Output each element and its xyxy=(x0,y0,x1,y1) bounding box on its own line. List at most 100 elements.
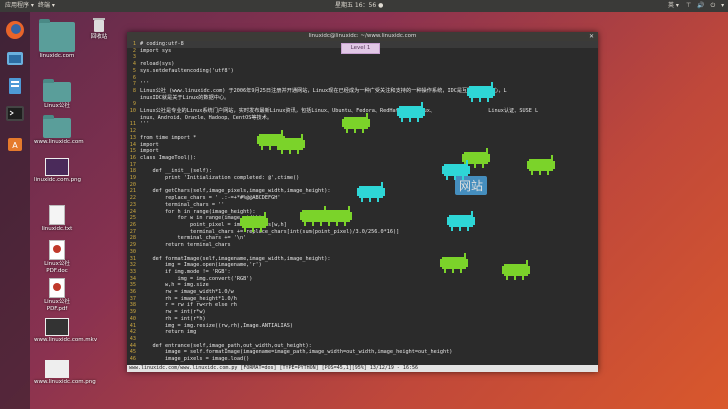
line-text: def formatImage(self,imagename,image_wid… xyxy=(140,255,331,262)
line-number: 40 xyxy=(129,315,136,322)
line-number: 38 xyxy=(129,302,136,309)
line-number: 43 xyxy=(129,335,136,342)
line-number: 46 xyxy=(129,356,136,363)
code-line: 45 image = self.formatImage(imagename=im… xyxy=(127,349,598,356)
code-line: 5 sys.setdefaultencoding('utf8') xyxy=(127,68,598,75)
software-center-icon: A xyxy=(8,138,22,151)
code-line: 43 xyxy=(127,336,598,343)
desktop-icon-label: www.linuxidc.com.mkv xyxy=(34,337,98,343)
applications-menu[interactable]: 应用程序 ▾ xyxy=(5,0,34,12)
line-number: 34 xyxy=(129,275,136,282)
line-number: 14 xyxy=(129,141,136,148)
code-line: 8 Linux公社 (www.linuxidc.com) 于2006年9月25日注… xyxy=(127,88,598,95)
image-desktop-icon[interactable]: www.linuxidc.com.png xyxy=(34,360,96,386)
line-number: 25 xyxy=(129,215,136,222)
line-number: 3 xyxy=(132,54,136,61)
system-tray[interactable]: ⊤ 🔊 ⏻ ▾ xyxy=(686,0,726,12)
code-line: 7 ''' xyxy=(127,81,598,88)
line-number: 45 xyxy=(129,349,136,356)
line-text: replace_chars = ' .:-=+*#%@@ABCDEFGH' xyxy=(140,195,281,202)
code-line: 24 for h in range(image_height): xyxy=(127,209,598,216)
window-titlebar[interactable]: linuxidc@linuxidc: ~/www.linuxidc.com ✕ xyxy=(127,32,598,41)
input-method-menu[interactable]: 英 ▾ xyxy=(668,0,679,12)
clock[interactable]: 星期五 16：56 ● xyxy=(335,0,383,12)
line-text: def __init__(self): xyxy=(140,168,212,175)
line-text: import sys xyxy=(140,47,172,54)
code-line: 27 terminal_chars += replace_chars[int(s… xyxy=(127,229,598,236)
line-text: def entrance(self,image_path,out_width,o… xyxy=(140,342,312,349)
terminal-launcher[interactable] xyxy=(4,103,26,125)
line-text: def getChars(self,image_pixels,image_wid… xyxy=(140,188,331,195)
line-number: 17 xyxy=(129,161,136,168)
firefox-launcher[interactable] xyxy=(4,19,26,41)
bug-sprite-icon xyxy=(324,206,352,226)
folder-desktop-icon[interactable]: linuxidc.com xyxy=(34,19,80,60)
folder-icon xyxy=(43,79,71,102)
line-number: 21 xyxy=(129,188,136,195)
doc-desktop-icon[interactable]: Linux公社PDF.doc xyxy=(34,240,80,275)
line-number: 42 xyxy=(129,329,136,336)
desktop-icon-label: Linux公社PDF.pdf xyxy=(44,299,70,312)
code-line: 35 w,h = img.size xyxy=(127,282,598,289)
line-number: 33 xyxy=(129,268,136,275)
line-text: import xyxy=(140,141,159,148)
line-text: ''' xyxy=(140,81,150,88)
software-launcher[interactable]: A xyxy=(4,132,26,154)
code-line: 44 def entrance(self,image_path,out_widt… xyxy=(127,343,598,350)
text-desktop-icon[interactable]: linuxidc.txt xyxy=(34,205,80,233)
video-file-icon xyxy=(45,318,69,336)
close-icon[interactable]: ✕ xyxy=(589,32,594,41)
folder-icon xyxy=(39,19,75,52)
document-icon xyxy=(9,78,21,94)
code-line: 29 return terminal_chars xyxy=(127,242,598,249)
desktop-icon-label: linuxidc.com xyxy=(39,53,75,59)
line-number: 10 xyxy=(129,108,136,115)
files-launcher[interactable] xyxy=(4,47,26,69)
bug-sprite-icon xyxy=(357,182,385,202)
pdf-file-icon xyxy=(49,278,65,298)
document-launcher[interactable] xyxy=(4,75,26,97)
line-number xyxy=(127,115,136,122)
bug-sprite-icon xyxy=(447,211,475,231)
line-number: 18 xyxy=(129,168,136,175)
terminal-icon xyxy=(6,106,24,121)
line-number: 26 xyxy=(129,221,136,228)
line-text: ''' xyxy=(140,121,150,128)
code-line: inuxIDC就是关于Linux的数据中心。 xyxy=(127,95,598,102)
trash-desktop-icon[interactable]: 回收站 xyxy=(76,17,122,41)
line-number: 11 xyxy=(129,121,136,128)
line-number: 12 xyxy=(129,128,136,135)
bug-sprite-icon xyxy=(467,82,495,102)
line-number: 36 xyxy=(129,289,136,296)
line-number: 20 xyxy=(129,181,136,188)
line-number: 24 xyxy=(129,208,136,215)
line-number: 37 xyxy=(129,295,136,302)
line-number: 9 xyxy=(132,101,136,108)
line-number: 39 xyxy=(129,309,136,316)
line-text: return img xyxy=(140,329,197,336)
video-desktop-icon[interactable]: www.linuxidc.com.mkv xyxy=(34,318,98,344)
pdf-desktop-icon[interactable]: Linux公社PDF.pdf xyxy=(34,278,80,313)
launcher: A xyxy=(0,12,30,409)
line-text: sys.setdefaultencoding('utf8') xyxy=(140,67,234,74)
line-number: 28 xyxy=(129,235,136,242)
code-line: 42 return img xyxy=(127,329,598,336)
line-number: 23 xyxy=(129,201,136,208)
desktop-icon-label: www.linuxidc.com xyxy=(34,139,84,145)
code-line: 36 rw = image_width*1.0/w xyxy=(127,289,598,296)
terminal-menu[interactable]: 终端 ▾ xyxy=(38,0,55,12)
code-line: 39 rw = int(r*w) xyxy=(127,309,598,316)
code-line: 13 from time import * xyxy=(127,135,598,142)
line-number: 29 xyxy=(129,242,136,249)
code-line: 46 image_pixels = image.load() xyxy=(127,356,598,363)
line-number: 22 xyxy=(129,195,136,202)
desktop-icon-label: linuxidc.txt xyxy=(41,226,73,232)
folder-desktop-icon[interactable]: Linux公社 xyxy=(34,79,80,110)
line-number: 44 xyxy=(129,342,136,349)
line-text: terminal_chars += '\n' xyxy=(140,235,247,242)
folder-desktop-icon[interactable]: www.linuxidc.com xyxy=(34,115,84,146)
line-number: 16 xyxy=(129,154,136,161)
line-text: import xyxy=(140,148,159,155)
line-text: img = img.resize((rw,rh),Image.ANTIALIAS… xyxy=(140,322,294,329)
image-desktop-icon[interactable]: linuxidc.com.png xyxy=(34,158,81,184)
